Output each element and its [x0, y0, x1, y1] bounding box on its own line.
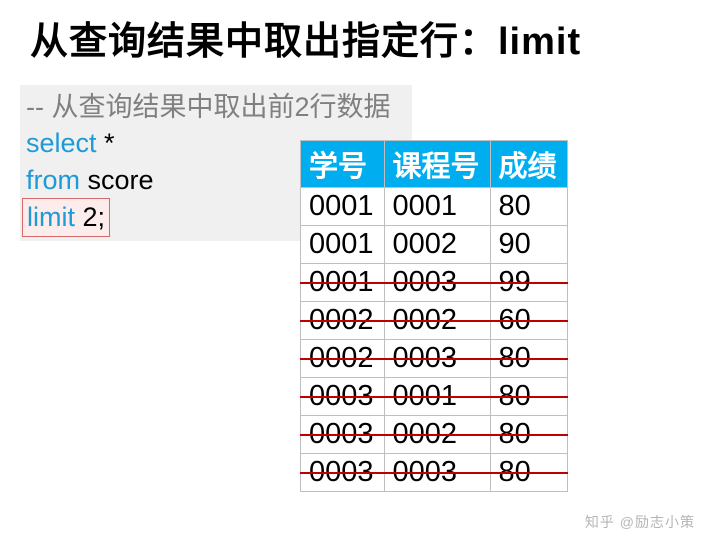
kw-limit: limit [27, 202, 75, 232]
table-row: 0002000380 [301, 340, 568, 378]
table-body: 0001000180000100029000010003990002000260… [301, 188, 568, 492]
table-row: 0002000260 [301, 302, 568, 340]
watermark-text: 知乎 @励志小策 [585, 512, 695, 532]
table-cell: 80 [490, 416, 567, 454]
sql-comment: -- 从查询结果中取出前2行数据 [26, 89, 406, 125]
table-cell: 0001 [301, 188, 385, 226]
table-cell: 0003 [384, 264, 490, 302]
sql-limit-num: 2; [75, 202, 105, 232]
table-cell: 60 [490, 302, 567, 340]
table-cell: 0001 [384, 378, 490, 416]
table-cell: 0002 [384, 416, 490, 454]
kw-from: from [26, 165, 80, 195]
table-header-cell: 课程号 [384, 141, 490, 188]
table-cell: 0003 [301, 454, 385, 492]
sql-table-name: score [80, 165, 154, 195]
table-cell: 0001 [301, 226, 385, 264]
table-cell: 99 [490, 264, 567, 302]
table-row: 0003000280 [301, 416, 568, 454]
table-row: 0001000399 [301, 264, 568, 302]
table-header-cell: 成绩 [490, 141, 567, 188]
limit-highlight: limit 2; [22, 198, 110, 236]
table-cell: 0002 [384, 302, 490, 340]
table-row: 0003000380 [301, 454, 568, 492]
page-title: 从查询结果中取出指定行：limit [30, 10, 720, 65]
table-row: 0001000290 [301, 226, 568, 264]
table-cell: 0003 [301, 378, 385, 416]
table-cell: 0002 [301, 340, 385, 378]
table-cell: 0002 [384, 226, 490, 264]
result-table-wrap: 学号课程号成绩 00010001800001000290000100039900… [300, 140, 568, 492]
table-header-row: 学号课程号成绩 [301, 141, 568, 188]
result-table: 学号课程号成绩 00010001800001000290000100039900… [300, 140, 568, 492]
table-cell: 0001 [301, 264, 385, 302]
sql-star: * [97, 128, 115, 158]
table-cell: 80 [490, 378, 567, 416]
table-cell: 0003 [384, 454, 490, 492]
table-cell: 80 [490, 454, 567, 492]
table-cell: 80 [490, 340, 567, 378]
table-cell: 80 [490, 188, 567, 226]
table-cell: 0002 [301, 302, 385, 340]
table-row: 0001000180 [301, 188, 568, 226]
table-cell: 0003 [384, 340, 490, 378]
table-row: 0003000180 [301, 378, 568, 416]
table-cell: 90 [490, 226, 567, 264]
table-cell: 0001 [384, 188, 490, 226]
table-header-cell: 学号 [301, 141, 385, 188]
table-cell: 0003 [301, 416, 385, 454]
kw-select: select [26, 128, 97, 158]
